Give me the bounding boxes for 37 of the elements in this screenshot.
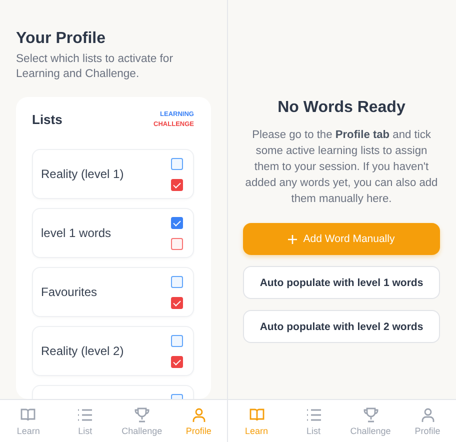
book-icon <box>20 406 36 422</box>
nav-tab[interactable]: Learn <box>0 400 57 442</box>
learning-checkbox[interactable] <box>171 217 183 229</box>
auto-populate-button[interactable]: Auto populate with level 2 words <box>243 310 440 343</box>
nav-tab[interactable]: Challenge <box>114 400 170 442</box>
page-title: Your Profile <box>16 30 106 48</box>
learning-checkbox[interactable] <box>171 158 183 170</box>
list-name: Reality (level 2) <box>41 344 124 358</box>
list-name: Reality (level 1) <box>41 167 124 181</box>
nav-tab[interactable]: List <box>56 400 114 442</box>
trophy-icon <box>134 406 150 422</box>
nav-tab[interactable]: Profile <box>399 400 456 442</box>
add-word-button[interactable]: Add Word Manually <box>243 223 440 255</box>
list-icon <box>77 406 94 422</box>
nav-tab[interactable]: Challenge <box>342 400 399 442</box>
learning-checkbox[interactable] <box>171 335 183 347</box>
person-icon <box>190 406 207 422</box>
page-subtitle: Select which lists to activate for Learning and Challenge. <box>16 52 174 82</box>
trophy-icon <box>362 406 378 422</box>
person-icon <box>420 406 436 422</box>
plus-icon <box>288 234 298 244</box>
challenge-checkbox[interactable] <box>171 356 183 368</box>
nav-tab[interactable]: Profile <box>170 400 227 442</box>
list-icon <box>306 406 322 422</box>
auto-populate-button[interactable]: Auto populate with level 1 words <box>243 266 440 299</box>
nav-tab[interactable]: List <box>285 400 342 442</box>
card-title: Lists <box>32 112 62 127</box>
learning-checkbox[interactable] <box>171 276 183 288</box>
challenge-checkbox[interactable] <box>171 297 183 309</box>
list-name: level 1 words <box>41 226 112 240</box>
challenge-checkbox[interactable] <box>171 179 183 191</box>
book-icon <box>248 406 264 422</box>
nav-tab[interactable]: Learn <box>228 400 285 442</box>
empty-state-message: Please go to the Profile tab and tick some active learning lists to assign them to your session. If you haven't added any words yet, you can also add them manually here. <box>244 128 439 207</box>
list-name: Favourites <box>41 285 98 299</box>
challenge-checkbox[interactable] <box>171 238 183 250</box>
empty-state-title: No Words Ready <box>276 99 406 117</box>
